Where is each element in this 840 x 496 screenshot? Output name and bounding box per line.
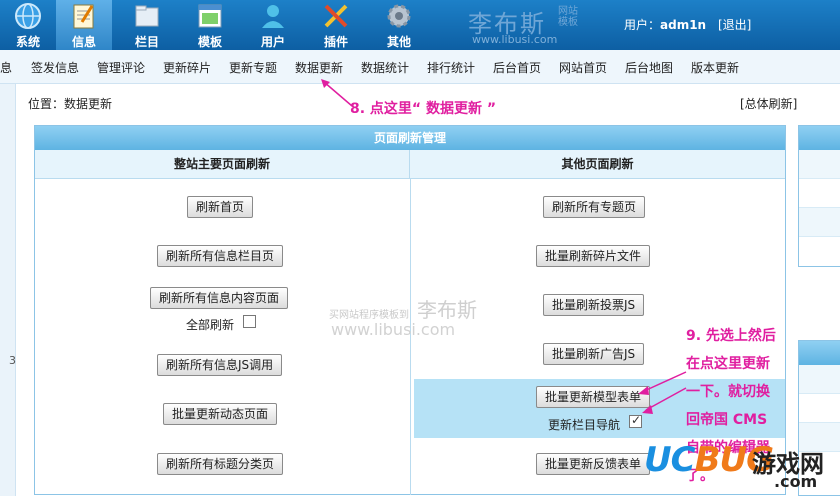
- left-column-header: 整站主要页面刷新: [35, 150, 410, 179]
- update-feedback-form-button[interactable]: 批量更新反馈表单: [536, 453, 651, 475]
- submenu-item[interactable]: 签发信息: [31, 59, 79, 76]
- submenu-item[interactable]: 后台首页: [493, 59, 541, 76]
- nav-label: 其他: [386, 35, 411, 49]
- logo-tag: 网站模板: [558, 6, 578, 28]
- submenu-item[interactable]: 更新碎片: [163, 59, 211, 76]
- refresh-home-button[interactable]: 刷新首页: [187, 196, 254, 218]
- refresh-content-pages-button[interactable]: 刷新所有信息内容页面: [150, 287, 289, 309]
- nav-item-user[interactable]: 用户: [245, 0, 301, 50]
- submenu-item[interactable]: 网站首页: [559, 59, 607, 76]
- ucbug-com: .com: [774, 472, 818, 491]
- watermark-line3: www.libusi.com: [331, 320, 456, 339]
- logout-link[interactable]: [退出]: [718, 18, 751, 32]
- user-info: 用户：adm1n [退出]: [624, 16, 751, 33]
- update-dynamic-pages-button[interactable]: 批量更新动态页面: [163, 403, 278, 425]
- annotation-step-8: 8. 点这里“ 数据更新 ”: [350, 101, 497, 117]
- side-panel-top: [798, 125, 840, 267]
- left-sidebar-collapsed: 3: [0, 84, 16, 496]
- refresh-all-link[interactable]: [总体刷新]: [740, 95, 797, 112]
- breadcrumb: 位置：数据更新: [28, 97, 113, 111]
- submenu-item[interactable]: 版本更新: [691, 59, 739, 76]
- ucbug-uc: UC: [644, 440, 696, 480]
- refresh-js-button[interactable]: 刷新所有信息JS调用: [157, 354, 283, 376]
- refresh-fragments-button[interactable]: 批量刷新碎片文件: [536, 245, 651, 267]
- folder-icon: [135, 5, 159, 27]
- site-logo: 李布斯 网站模板 www.libusi.com: [462, 4, 612, 46]
- tools-icon: [324, 4, 348, 28]
- watermark-line2: 李布斯: [417, 298, 477, 322]
- nav-item-column[interactable]: 栏目: [119, 0, 175, 50]
- right-column-header: 其他页面刷新: [410, 150, 785, 179]
- nav-label: 系统: [15, 35, 40, 49]
- ucbug-logo: UCBUG 游戏网 .com: [640, 440, 840, 496]
- top-nav-bar: 系统 信息 栏目 模板 用户 插件 其他 李布斯 网站模板 www.libusi…: [0, 0, 840, 50]
- user-icon: [262, 5, 284, 28]
- nav-item-plugin[interactable]: 插件: [308, 0, 364, 50]
- user-prefix: 用户：: [624, 18, 661, 32]
- refresh-ad-js-button[interactable]: 批量刷新广告JS: [543, 343, 645, 365]
- nav-label: 模板: [197, 35, 222, 49]
- submenu-item-data-update[interactable]: 数据更新: [295, 59, 343, 76]
- nav-label: 栏目: [134, 35, 159, 49]
- gear-icon: [387, 4, 411, 28]
- notepad-icon: [73, 4, 94, 29]
- submenu-item[interactable]: 后台地图: [625, 59, 673, 76]
- refresh-title-category-button[interactable]: 刷新所有标题分类页: [157, 453, 284, 475]
- nav-label: 插件: [323, 35, 348, 49]
- submenu-item[interactable]: 息: [0, 59, 12, 76]
- nav-item-info[interactable]: 信息: [56, 0, 112, 50]
- all-refresh-label: 全部刷新: [186, 318, 235, 332]
- nav-item-template[interactable]: 模板: [182, 0, 238, 50]
- refresh-special-pages-button[interactable]: 刷新所有专题页: [543, 196, 646, 218]
- submenu-item[interactable]: 数据统计: [361, 59, 409, 76]
- all-refresh-checkbox[interactable]: [243, 315, 256, 328]
- panel-title: 页面刷新管理: [35, 126, 785, 150]
- nav-item-system[interactable]: 系统: [0, 0, 56, 50]
- nav-label: 用户: [260, 35, 285, 49]
- refresh-column-pages-button[interactable]: 刷新所有信息栏目页: [157, 245, 284, 267]
- nav-item-other[interactable]: 其他: [371, 0, 427, 50]
- window-icon: [198, 4, 222, 28]
- globe-icon: [15, 3, 41, 29]
- sidebar-number: 3: [9, 354, 16, 367]
- sub-menu: 息 签发信息 管理评论 更新碎片 更新专题 数据更新 数据统计 排行统计 后台首…: [0, 50, 840, 84]
- nav-label: 信息: [71, 35, 96, 49]
- submenu-item[interactable]: 管理评论: [97, 59, 145, 76]
- screen: 系统 信息 栏目 模板 用户 插件 其他 李布斯 网站模板 www.libusi…: [0, 0, 840, 496]
- username: adm1n: [660, 18, 707, 32]
- submenu-item[interactable]: 排行统计: [427, 59, 475, 76]
- logo-url: www.libusi.com: [472, 33, 558, 46]
- watermark-line1: 买网站程序模板到: [329, 310, 409, 321]
- annotation-arrows-icon: [638, 371, 687, 414]
- annotation-arrow-icon: [321, 79, 353, 107]
- submenu-item[interactable]: 更新专题: [229, 59, 277, 76]
- refresh-vote-js-button[interactable]: 批量刷新投票JS: [543, 294, 645, 316]
